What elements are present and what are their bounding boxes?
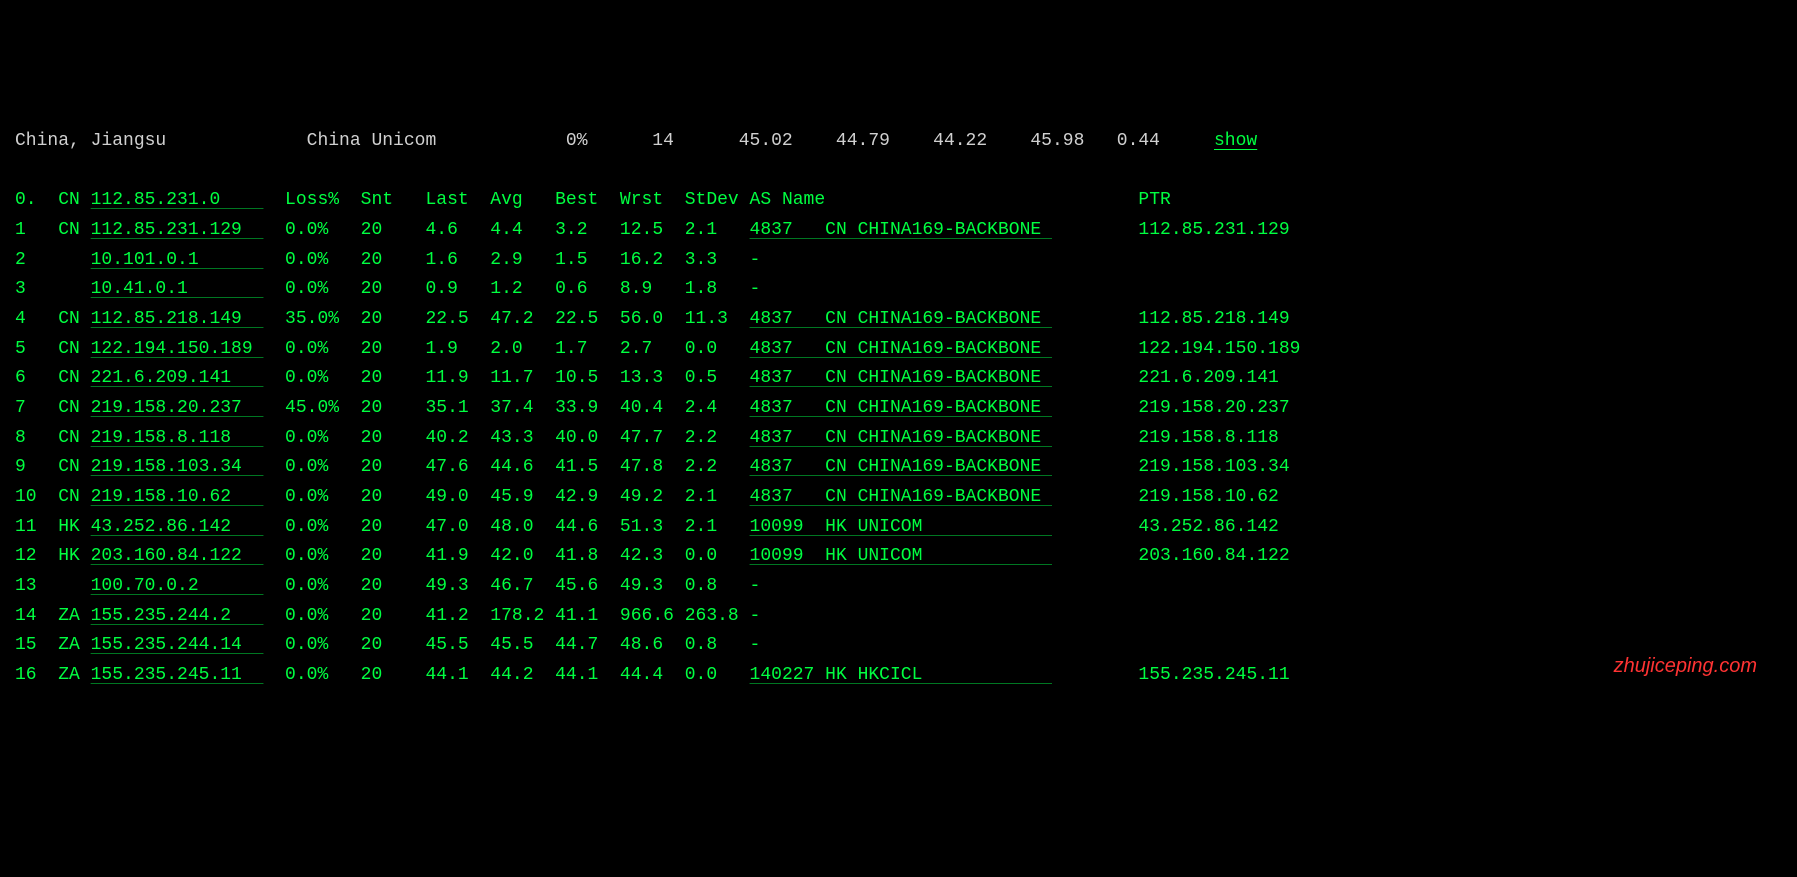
ptr-cell: 219.158.20.237 <box>1138 398 1289 418</box>
hop-row: 15 ZA 155.235.244.14 0.0% 20 45.5 45.5 4… <box>15 631 1782 661</box>
asn-cell[interactable]: 10099 HK UNICOM <box>750 546 1052 566</box>
ip-cell[interactable]: 219.158.8.118 <box>91 428 264 448</box>
hop-row: 11 HK 43.252.86.142 0.0% 20 47.0 48.0 44… <box>15 513 1782 543</box>
show-link[interactable]: show <box>1214 131 1257 151</box>
ip-cell[interactable]: 221.6.209.141 <box>91 368 264 388</box>
column-header-row: 0. CN 112.85.231.0 Loss% Snt Last Avg Be… <box>15 186 1782 216</box>
asn-cell[interactable]: 4837 CN CHINA169-BACKBONE <box>750 339 1052 359</box>
hop-row: 13 100.70.0.2 0.0% 20 49.3 46.7 45.6 49.… <box>15 572 1782 602</box>
hop-row: 3 10.41.0.1 0.0% 20 0.9 1.2 0.6 8.9 1.8 … <box>15 275 1782 305</box>
ip-cell[interactable]: 203.160.84.122 <box>91 546 264 566</box>
hop-row: 4 CN 112.85.218.149 35.0% 20 22.5 47.2 2… <box>15 305 1782 335</box>
hop-row: 16 ZA 155.235.245.11 0.0% 20 44.1 44.2 4… <box>15 661 1782 691</box>
ip-cell[interactable]: 155.235.244.2 <box>91 606 264 626</box>
hop-row: 10 CN 219.158.10.62 0.0% 20 49.0 45.9 42… <box>15 483 1782 513</box>
ip-cell[interactable]: 155.235.244.14 <box>91 635 264 655</box>
hop-row: 5 CN 122.194.150.189 0.0% 20 1.9 2.0 1.7… <box>15 335 1782 365</box>
ip-cell[interactable]: 219.158.103.34 <box>91 457 264 477</box>
ptr-cell: 43.252.86.142 <box>1138 517 1278 537</box>
asn-cell[interactable]: 4837 CN CHINA169-BACKBONE <box>750 457 1052 477</box>
hop-row: 7 CN 219.158.20.237 45.0% 20 35.1 37.4 3… <box>15 394 1782 424</box>
hop-row: 9 CN 219.158.103.34 0.0% 20 47.6 44.6 41… <box>15 453 1782 483</box>
hop-row: 1 CN 112.85.231.129 0.0% 20 4.6 4.4 3.2 … <box>15 216 1782 246</box>
asn-cell[interactable]: 4837 CN CHINA169-BACKBONE <box>750 220 1052 240</box>
ptr-cell: 219.158.103.34 <box>1138 457 1289 477</box>
hop-row: 12 HK 203.160.84.122 0.0% 20 41.9 42.0 4… <box>15 542 1782 572</box>
ip-cell[interactable]: 122.194.150.189 <box>91 339 264 359</box>
ip-cell[interactable]: 100.70.0.2 <box>91 576 264 596</box>
asn-cell[interactable]: 4837 CN CHINA169-BACKBONE <box>750 428 1052 448</box>
ip-header: 112.85.231.0 <box>91 190 264 210</box>
ptr-cell: 122.194.150.189 <box>1138 339 1300 359</box>
asn-cell[interactable]: 4837 CN CHINA169-BACKBONE <box>750 309 1052 329</box>
ip-cell[interactable]: 112.85.231.129 <box>91 220 264 240</box>
ip-cell[interactable]: 155.235.245.11 <box>91 665 264 685</box>
ptr-cell: 219.158.10.62 <box>1138 487 1278 507</box>
ptr-cell: 112.85.231.129 <box>1138 220 1289 240</box>
ptr-cell: 155.235.245.11 <box>1138 665 1289 685</box>
hop-row: 8 CN 219.158.8.118 0.0% 20 40.2 43.3 40.… <box>15 424 1782 454</box>
ptr-cell: 219.158.8.118 <box>1138 428 1278 448</box>
ip-cell[interactable]: 219.158.10.62 <box>91 487 264 507</box>
asn-cell[interactable]: 4837 CN CHINA169-BACKBONE <box>750 368 1052 388</box>
ptr-cell: 221.6.209.141 <box>1138 368 1278 388</box>
asn-cell[interactable]: 4837 CN CHINA169-BACKBONE <box>750 487 1052 507</box>
ip-cell[interactable]: 112.85.218.149 <box>91 309 264 329</box>
asn-cell[interactable]: 10099 HK UNICOM <box>750 517 1052 537</box>
hop-row: 2 10.101.0.1 0.0% 20 1.6 2.9 1.5 16.2 3.… <box>15 246 1782 276</box>
ptr-cell: 112.85.218.149 <box>1138 309 1289 329</box>
ip-cell[interactable]: 219.158.20.237 <box>91 398 264 418</box>
ip-cell[interactable]: 10.41.0.1 <box>91 279 264 299</box>
hop-row: 6 CN 221.6.209.141 0.0% 20 11.9 11.7 10.… <box>15 364 1782 394</box>
ip-cell[interactable]: 43.252.86.142 <box>91 517 264 537</box>
ip-cell[interactable]: 10.101.0.1 <box>91 250 264 270</box>
ptr-cell: 203.160.84.122 <box>1138 546 1289 566</box>
hop-row: 14 ZA 155.235.244.2 0.0% 20 41.2 178.2 4… <box>15 602 1782 632</box>
summary-row: China, Jiangsu China Unicom 0% 14 45.02 … <box>15 131 1257 151</box>
asn-cell[interactable]: 140227 HK HKCICL <box>750 665 1052 685</box>
asn-cell[interactable]: 4837 CN CHINA169-BACKBONE <box>750 398 1052 418</box>
